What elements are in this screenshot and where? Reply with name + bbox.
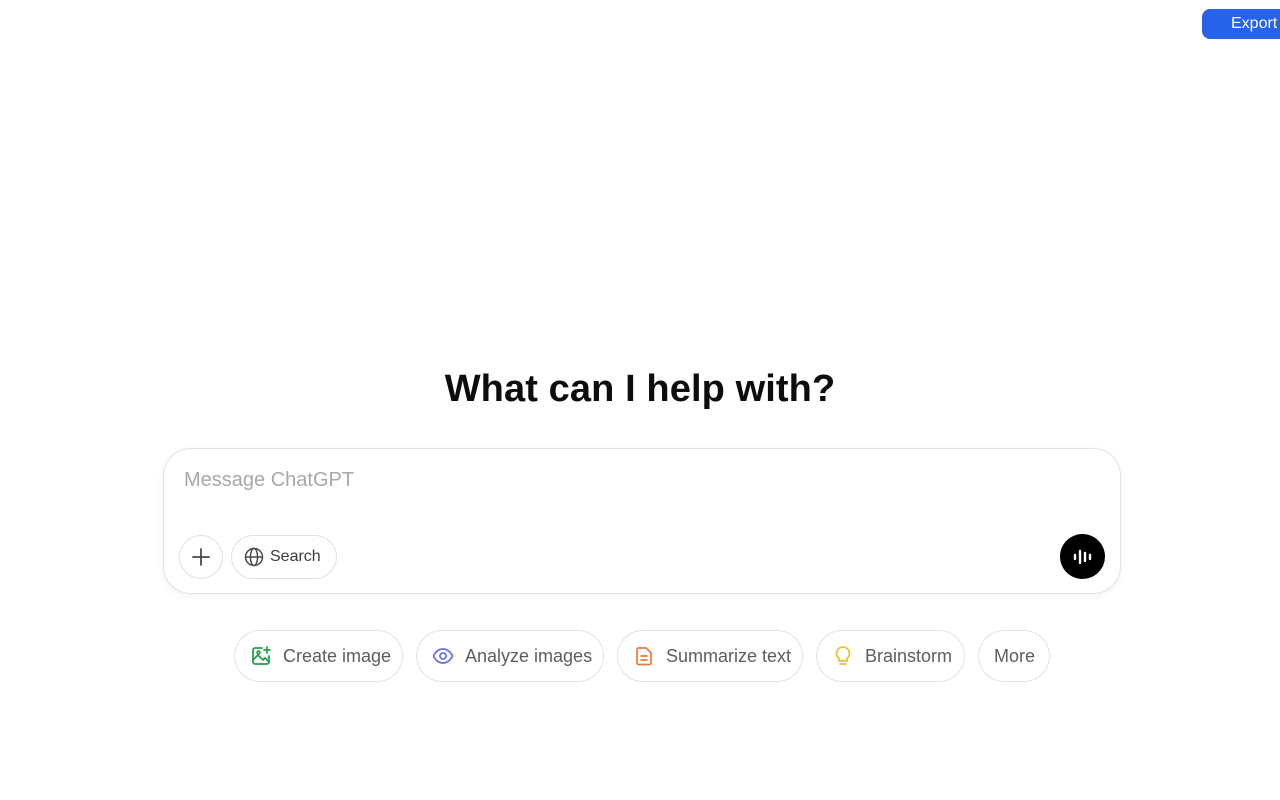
- suggestion-label: Brainstorm: [865, 645, 953, 666]
- page-title: What can I help with?: [444, 368, 836, 410]
- suggestion-create-image[interactable]: Create image: [234, 630, 403, 682]
- search-button-label: Search: [270, 548, 321, 565]
- attach-button[interactable]: [179, 535, 223, 579]
- lightbulb-icon: [832, 645, 854, 667]
- suggestion-label: Summarize text: [666, 645, 792, 666]
- suggestion-brainstorm[interactable]: Brainstorm: [816, 630, 965, 682]
- suggestion-label: Analyze images: [465, 645, 593, 666]
- voice-waveform-icon: [1072, 546, 1094, 568]
- plus-icon: [191, 547, 211, 567]
- message-input[interactable]: [184, 467, 1064, 493]
- message-composer: Search: [163, 448, 1121, 594]
- suggestion-label: More: [994, 645, 1036, 666]
- suggestion-more[interactable]: More: [978, 630, 1050, 682]
- document-icon: [633, 645, 655, 667]
- globe-icon: [244, 547, 264, 567]
- voice-mode-button[interactable]: [1060, 534, 1105, 579]
- image-sparkle-icon: [250, 645, 272, 667]
- search-button[interactable]: Search: [231, 535, 337, 579]
- suggestion-analyze-images[interactable]: Analyze images: [416, 630, 604, 682]
- suggestion-label: Create image: [283, 645, 392, 666]
- export-button[interactable]: Export: [1202, 9, 1280, 39]
- chat-page: Export What can I help with? Search: [0, 0, 1280, 800]
- eye-icon: [432, 645, 454, 667]
- suggestion-summarize-text[interactable]: Summarize text: [617, 630, 803, 682]
